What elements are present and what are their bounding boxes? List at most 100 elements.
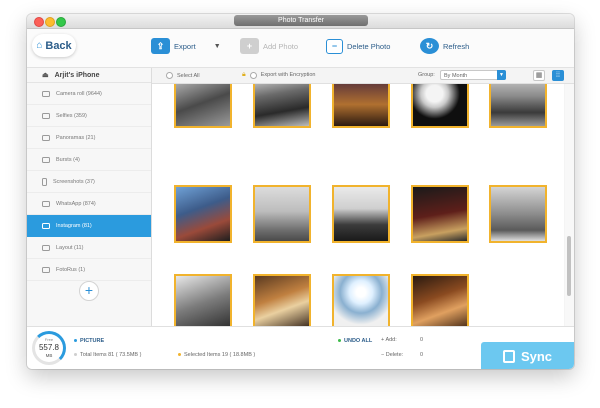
total-items: Total Items 81 ( 73.5MB ) (74, 352, 141, 358)
sidebar-item-layout[interactable]: Layout (11) (27, 237, 151, 259)
sidebar-item-label: Bursts (4) (56, 156, 80, 163)
group-select-value: By Month (444, 73, 468, 79)
selected-dot-icon (178, 353, 181, 357)
select-all-label: Select All (177, 72, 200, 79)
delete-count-label: Delete: (385, 352, 404, 358)
photo-thumbnail[interactable] (489, 84, 547, 128)
delete-count: − Delete: (381, 352, 403, 358)
total-items-label: Total Items 81 ( 73.5MB ) (80, 352, 142, 358)
window-title: Photo Transfer (234, 15, 368, 26)
delete-photo-label: Delete Photo (347, 41, 391, 51)
photo-thumbnail[interactable] (174, 84, 232, 128)
sidebar-item-label: Selfies (359) (56, 112, 87, 119)
album-icon (42, 200, 50, 207)
export-icon: ⇪ (151, 38, 170, 54)
export-dropdown-icon[interactable]: ▼ (214, 43, 221, 50)
undo-dot-icon (338, 339, 341, 343)
sidebar-item-instagram[interactable]: Instagram (81) (27, 215, 151, 237)
export-encryption-checkbox[interactable]: 🔒︎ Export with Encryption (242, 71, 315, 79)
delete-photo-icon: − (326, 38, 343, 54)
photo-thumbnail[interactable] (332, 274, 390, 326)
close-window-button[interactable] (34, 17, 44, 27)
title-bar: Photo Transfer (27, 14, 574, 29)
photo-thumbnail[interactable] (174, 274, 232, 326)
group-select[interactable]: By Month ▼ (440, 70, 506, 80)
sidebar-item-screenshots[interactable]: Screenshots (37) (27, 171, 151, 193)
device-name: Arjit's iPhone (54, 71, 100, 79)
sidebar-item-label: Screenshots (37) (53, 178, 95, 185)
sidebar-item-camera-roll[interactable]: Camera roll (9644) (27, 83, 151, 105)
add-count-label: Add: (385, 337, 397, 343)
free-space-gauge: Free 557.8 MB (32, 331, 66, 365)
screenshot-icon (42, 177, 47, 186)
sidebar-item-selfies[interactable]: Selfies (359) (27, 105, 151, 127)
selected-items: Selected Items 19 ( 18.8MB ) (178, 352, 255, 358)
panorama-icon (42, 134, 50, 141)
photo-thumbnail[interactable] (332, 185, 390, 243)
free-space-unit: MB (45, 353, 53, 358)
undo-all-label: UNDO ALL (344, 338, 373, 344)
photo-thumbnail[interactable] (332, 84, 390, 128)
sync-button[interactable]: Sync (481, 342, 574, 369)
photo-transfer-window: Photo Transfer ⌂ Back ⇪ Export ▼ + Add P… (27, 14, 574, 369)
selfie-icon (42, 112, 50, 119)
add-album-button[interactable]: + (79, 281, 99, 301)
sidebar-item-label: Panoramas (21) (56, 134, 96, 141)
select-all-check-icon (166, 72, 173, 79)
add-photo-icon: + (240, 38, 259, 54)
photo-thumbnail[interactable] (411, 84, 469, 128)
sidebar-item-panoramas[interactable]: Panoramas (21) (27, 127, 151, 149)
photo-thumbnail[interactable] (253, 185, 311, 243)
export-button[interactable]: ⇪ Export ▼ (151, 37, 221, 55)
compact-grid-view-button[interactable]: ⁞⁞ (552, 70, 564, 81)
zoom-window-button[interactable] (56, 17, 66, 27)
free-space-label: Free (44, 337, 54, 342)
selected-items-label: Selected Items 19 ( 18.8MB ) (184, 352, 256, 358)
sync-label: Sync (520, 348, 553, 364)
back-button[interactable]: ⌂ Back (32, 34, 76, 57)
undo-all-button[interactable]: UNDO ALL (338, 338, 372, 344)
chevron-down-icon: ▼ (497, 70, 506, 80)
photo-thumbnail[interactable] (411, 274, 469, 326)
album-sidebar: ⏏ Arjit's iPhone Camera roll (9644) Self… (27, 68, 152, 326)
grid-view-button[interactable]: ▦ (533, 70, 545, 81)
sidebar-item-fotorus[interactable]: FotoRus (1) (27, 259, 151, 281)
burst-icon (42, 156, 50, 163)
refresh-button[interactable]: ↻ Refresh (420, 37, 469, 55)
sidebar-item-label: Layout (11) (56, 244, 84, 251)
total-dot-icon (74, 353, 77, 357)
minimize-window-button[interactable] (45, 17, 55, 27)
eject-icon: ⏏ (42, 72, 49, 79)
add-photo-button[interactable]: + Add Photo (240, 37, 298, 55)
photo-thumbnail[interactable] (253, 84, 311, 128)
scrollbar-thumb[interactable] (567, 236, 571, 296)
sidebar-item-bursts[interactable]: Bursts (4) (27, 149, 151, 171)
export-label: Export (174, 41, 196, 51)
add-count-value: 0 (420, 337, 424, 343)
photo-thumbnail[interactable] (411, 185, 469, 243)
photo-grid-scrollbar[interactable] (565, 84, 574, 326)
photo-thumbnail[interactable] (489, 185, 547, 243)
free-space-value: 557.8 (38, 343, 60, 352)
photo-thumbnail[interactable] (253, 274, 311, 326)
picture-category: PICTURE (74, 338, 104, 344)
sidebar-item-whatsapp[interactable]: WhatsApp (874) (27, 193, 151, 215)
add-count: + Add: (381, 337, 397, 343)
album-icon (42, 244, 50, 251)
group-label: Group: (418, 72, 435, 78)
select-all-checkbox[interactable]: Select All (166, 72, 200, 79)
picture-dot-icon (74, 339, 77, 343)
album-icon (42, 266, 50, 273)
status-bar: Free 557.8 MB PICTURE Total Items 81 ( 7… (27, 326, 574, 369)
sync-icon (502, 349, 515, 363)
device-header[interactable]: ⏏ Arjit's iPhone (27, 68, 151, 83)
photo-thumbnail[interactable] (174, 185, 232, 243)
delete-photo-button[interactable]: − Delete Photo (326, 37, 390, 55)
refresh-icon: ↻ (420, 38, 439, 54)
export-encryption-check-icon (249, 71, 257, 79)
camera-icon (42, 90, 50, 97)
lock-icon: 🔒︎ (242, 71, 246, 78)
refresh-label: Refresh (443, 41, 470, 51)
toolbar: ⌂ Back ⇪ Export ▼ + Add Photo − Delete P… (27, 29, 574, 68)
album-icon (42, 222, 50, 229)
